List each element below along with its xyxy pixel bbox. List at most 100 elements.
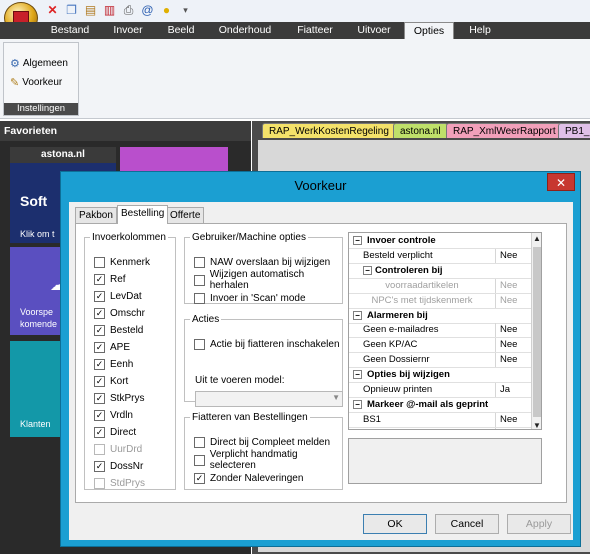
invoerkolom-checkbox-5[interactable]: ✓ APE (94, 340, 130, 354)
property-category[interactable]: − Invoer controle (349, 234, 531, 249)
invoerkolom-checkbox-9[interactable]: ✓ Vrdln (94, 408, 133, 422)
model-select[interactable]: ▼ (195, 391, 343, 407)
doc-tab-xmlweer[interactable]: RAP_XmlWeerRapport (446, 123, 563, 138)
property-category[interactable]: − Markeer @-mail als geprint (349, 397, 531, 413)
algemeen-button[interactable]: ⚙ Algemeen (10, 55, 68, 71)
checkbox[interactable] (194, 436, 205, 448)
menu-beeld[interactable]: Beeld (158, 22, 204, 39)
property-value[interactable]: Nee (496, 249, 517, 263)
collapse-icon[interactable]: − (353, 370, 362, 380)
property-category[interactable]: − Opties bij wijzigen (349, 368, 531, 384)
property-value[interactable]: Nee (496, 353, 517, 367)
property-category[interactable]: − Alarmeren bij (349, 308, 531, 324)
checkbox[interactable]: ✓ (94, 392, 105, 404)
property-row[interactable]: Opnieuw printen Ja (349, 383, 531, 398)
fiatteren-checkbox-2[interactable]: ✓ Zonder Naleveringen (194, 471, 303, 485)
property-row[interactable]: Geen KP/AC Nee (349, 338, 531, 354)
gebruiker-checkbox-2[interactable]: Invoer in 'Scan' mode (194, 291, 306, 305)
customize-toolbar-icon[interactable]: ▾ (178, 3, 193, 18)
invoerkolom-checkbox-3[interactable]: ✓ Omschr (94, 306, 145, 320)
property-value[interactable]: Ja (496, 383, 510, 397)
checkbox[interactable]: ✓ (94, 324, 105, 336)
doc-tab-pb1[interactable]: PB1_C (558, 123, 590, 138)
fiatteren-checkbox-1[interactable]: Verplicht handmatig selecteren (194, 449, 342, 471)
checkbox[interactable]: ✓ (194, 472, 205, 484)
menu-help[interactable]: Help (460, 22, 500, 39)
invoerkolom-checkbox-8[interactable]: ✓ StkPrys (94, 391, 144, 405)
scroll-up-icon[interactable]: ▲ (533, 234, 541, 243)
collapse-icon[interactable]: − (363, 265, 372, 275)
property-row[interactable]: BS2Nee (349, 427, 531, 430)
property-row[interactable]: Geen e-mailadres Nee (349, 323, 531, 339)
doc-tab-werkkosten[interactable]: RAP_WerkKostenRegeling (262, 123, 396, 138)
property-row[interactable]: Geen Dossiernr Nee (349, 353, 531, 369)
checkbox[interactable] (194, 274, 205, 286)
property-value[interactable]: Nee (496, 338, 517, 352)
invoerkolom-checkbox-13[interactable]: StdPrys (94, 476, 145, 490)
actie-checkbox-0[interactable]: Actie bij fiatteren inschakelen (194, 337, 340, 351)
lightbulb-icon[interactable]: ● (159, 3, 174, 18)
delete-icon[interactable]: ✕ (45, 3, 60, 18)
invoerkolom-checkbox-4[interactable]: ✓ Besteld (94, 323, 143, 337)
scrollbar-thumb[interactable] (533, 247, 541, 417)
checkbox[interactable] (194, 454, 205, 466)
collapse-icon[interactable]: − (353, 310, 362, 320)
collapse-icon[interactable]: − (353, 399, 362, 409)
property-grid-scrollbar[interactable]: ▲ ▼ (531, 233, 541, 429)
property-value[interactable]: Nee (496, 323, 517, 337)
property-row[interactable]: NPC's met tijdskenmerk Nee (349, 293, 531, 309)
print-icon[interactable]: ⎙ (121, 3, 136, 18)
voorkeur-button[interactable]: ✎ Voorkeur (10, 74, 62, 90)
invoerkolom-checkbox-1[interactable]: ✓ Ref (94, 272, 126, 286)
menu-opties[interactable]: Opties (404, 22, 454, 40)
menu-uitvoer[interactable]: Uitvoer (350, 22, 398, 39)
checkbox[interactable]: ✓ (94, 375, 105, 387)
invoerkolom-checkbox-2[interactable]: ✓ LevDat (94, 289, 142, 303)
checkbox[interactable]: ✓ (94, 341, 105, 353)
checkbox[interactable]: ✓ (94, 290, 105, 302)
invoerkolom-checkbox-11[interactable]: UurDrd (94, 442, 142, 456)
menu-bestand[interactable]: Bestand (46, 22, 94, 39)
close-button[interactable]: ✕ (547, 173, 575, 191)
property-value[interactable]: Nee (496, 294, 517, 308)
checkbox[interactable]: ✓ (94, 273, 105, 285)
property-category[interactable]: − Controleren bij (349, 263, 531, 279)
email-icon[interactable]: @ (140, 3, 155, 18)
checkbox[interactable] (194, 292, 205, 304)
tab-pakbon[interactable]: Pakbon (75, 207, 117, 223)
property-row[interactable]: Besteld verplicht Nee (349, 248, 531, 264)
invoerkolom-checkbox-12[interactable]: ✓ DossNr (94, 459, 143, 473)
checkbox[interactable]: ✓ (94, 358, 105, 370)
checkbox[interactable] (194, 256, 205, 268)
checkbox[interactable] (194, 338, 205, 350)
scroll-down-icon[interactable]: ▼ (533, 421, 541, 429)
checkbox[interactable]: ✓ (94, 307, 105, 319)
copy-icon[interactable]: ❐ (64, 3, 79, 18)
checkbox[interactable] (94, 256, 105, 268)
property-grid[interactable]: − Invoer controle Besteld verplicht Nee − Con… (348, 232, 542, 430)
menu-onderhoud[interactable]: Onderhoud (212, 22, 278, 39)
menu-fiatteer[interactable]: Fiatteer (287, 22, 343, 39)
collapse-icon[interactable]: − (353, 236, 362, 245)
property-value[interactable]: Nee (496, 413, 517, 427)
cancel-button[interactable]: Cancel (435, 514, 499, 534)
checkbox[interactable]: ✓ (94, 460, 105, 472)
ok-button[interactable]: OK (363, 514, 427, 534)
invoerkolom-checkbox-6[interactable]: ✓ Eenh (94, 357, 133, 371)
gebruiker-checkbox-1[interactable]: Wijzigen automatisch herhalen (194, 269, 342, 291)
property-value[interactable]: Nee (496, 428, 517, 430)
property-value[interactable]: Nee (496, 279, 517, 293)
menu-invoer[interactable]: Invoer (106, 22, 150, 39)
checkbox[interactable]: ✓ (94, 426, 105, 438)
invoerkolom-checkbox-10[interactable]: ✓ Direct (94, 425, 136, 439)
pdf-icon[interactable]: ▥ (102, 3, 117, 18)
doc-tab-astona[interactable]: astona.nl (393, 123, 448, 138)
checkbox[interactable] (94, 443, 105, 455)
fiatteren-checkbox-0[interactable]: Direct bij Compleet melden (194, 435, 330, 449)
tab-bestelling[interactable]: Bestelling (117, 205, 169, 224)
property-row[interactable]: voorraadartikelen Nee (349, 278, 531, 294)
apply-button[interactable]: Apply (507, 514, 571, 534)
invoerkolom-checkbox-0[interactable]: Kenmerk (94, 255, 150, 269)
property-row[interactable]: BS1 Nee (349, 412, 531, 428)
paste-icon[interactable]: ▤ (83, 3, 98, 18)
